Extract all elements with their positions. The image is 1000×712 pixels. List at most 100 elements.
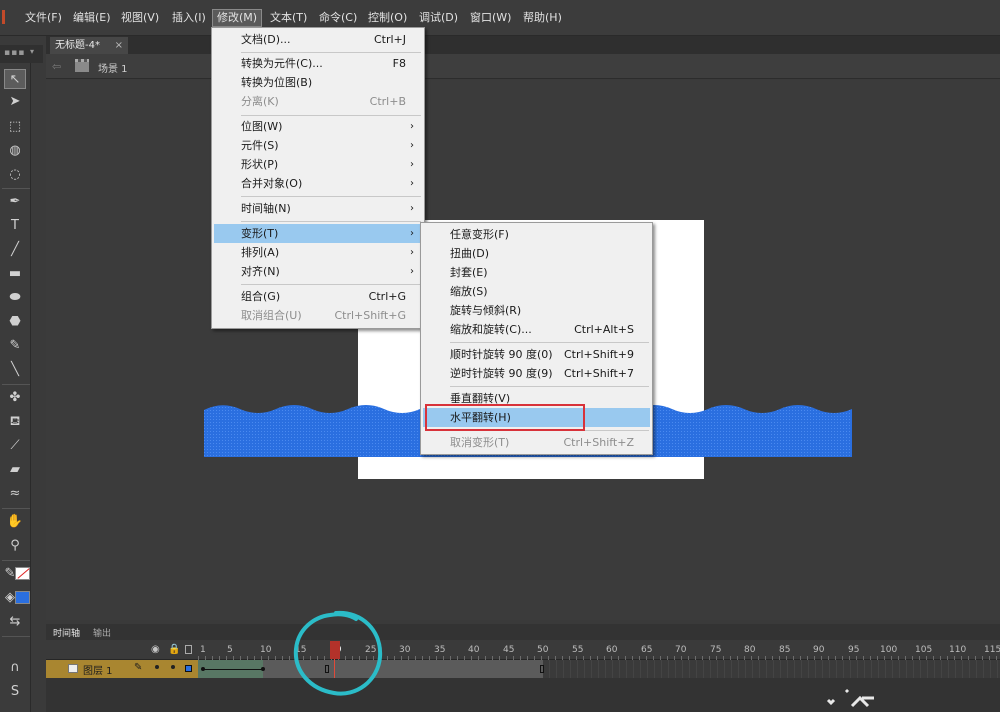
polystar-icon[interactable]: ⬣ xyxy=(4,312,26,332)
submenu-arrow-icon: › xyxy=(410,247,414,258)
timeline-tab-bar: 时间轴 输出 xyxy=(46,624,1000,640)
paint-bucket-icon[interactable]: ⛾ xyxy=(4,412,26,432)
frame-number: 95 xyxy=(848,645,860,655)
menu-modify[interactable]: 修改(M) xyxy=(212,9,263,27)
menu-item-shape[interactable]: 形状(P) › xyxy=(214,155,422,174)
annotation-circle xyxy=(293,610,383,696)
eraser-icon[interactable]: ▰ xyxy=(4,460,26,480)
tab-output[interactable]: 输出 xyxy=(93,626,111,639)
menu-item-align[interactable]: 对齐(N) › xyxy=(214,262,422,281)
frame-number: 60 xyxy=(606,645,618,655)
frame-number: 85 xyxy=(779,645,791,655)
collapse-icon[interactable]: ▾ xyxy=(30,47,34,56)
menu-edit[interactable]: 编辑(E) xyxy=(69,9,115,27)
layer-icon xyxy=(68,664,78,673)
swap-colors-icon[interactable]: ⇆ xyxy=(4,612,26,632)
eyedropper-icon[interactable]: ⟋ xyxy=(4,436,26,456)
menu-text[interactable]: 文本(T) xyxy=(266,9,311,27)
frame-number: 100 xyxy=(880,645,898,655)
frame-end-marker[interactable] xyxy=(540,665,544,673)
menu-file[interactable]: 文件(F) xyxy=(21,9,66,27)
menu-item-document[interactable]: 文档(D)... Ctrl+J xyxy=(214,30,422,49)
menu-item-ungroup[interactable]: 取消组合(U) Ctrl+Shift+G xyxy=(214,306,422,325)
menu-item-arrange[interactable]: 排列(A) › xyxy=(214,243,422,262)
lasso-icon[interactable]: ◌ xyxy=(4,165,26,185)
tools-panel-header[interactable]: ▪▪▪ ▾ xyxy=(0,45,43,63)
menu-item-distort[interactable]: 扭曲(D) xyxy=(423,244,650,263)
frame-number: 90 xyxy=(813,645,825,655)
smooth-icon[interactable]: S xyxy=(4,682,26,702)
oval-icon[interactable]: ⬬ xyxy=(4,288,26,308)
scene-label[interactable]: 场景 1 xyxy=(98,60,128,75)
menu-item-timeline[interactable]: 时间轴(N) › xyxy=(214,199,422,218)
menu-item-remove-transform[interactable]: 取消变形(T) Ctrl+Shift+Z xyxy=(423,433,650,452)
width-icon[interactable]: ≈ xyxy=(4,484,26,504)
lock-dot[interactable] xyxy=(171,665,175,669)
menu-item-break-apart[interactable]: 分离(K) Ctrl+B xyxy=(214,92,422,111)
submenu-arrow-icon: › xyxy=(410,178,414,189)
lock-icon[interactable]: 🔒 xyxy=(168,644,180,655)
outline-color-icon[interactable] xyxy=(185,665,192,672)
menu-help[interactable]: 帮助(H) xyxy=(519,9,566,27)
stroke-color-swatch[interactable] xyxy=(15,567,30,580)
menu-control[interactable]: 控制(O) xyxy=(364,9,411,27)
menu-item-scale-rotate[interactable]: 缩放和旋转(C)... Ctrl+Alt+S xyxy=(423,320,650,339)
fill-color-swatch[interactable] xyxy=(15,591,30,604)
document-tab-bar: 无标题-4* × xyxy=(46,36,1000,54)
pencil-icon[interactable]: ✎ xyxy=(4,336,26,356)
frame-number: 5 xyxy=(227,645,233,655)
menu-item-transform[interactable]: 变形(T) › xyxy=(214,224,422,243)
empty-frames[interactable] xyxy=(543,660,1000,678)
menu-divider xyxy=(241,115,421,116)
zoom-icon[interactable]: ⚲ xyxy=(4,536,26,556)
line-icon[interactable]: ╱ xyxy=(4,240,26,260)
eye-icon[interactable]: ◉ xyxy=(151,644,160,655)
menu-window[interactable]: 窗口(W) xyxy=(466,9,515,27)
menu-item-envelope[interactable]: 封套(E) xyxy=(423,263,650,282)
back-arrow-icon[interactable]: ⇦ xyxy=(52,60,61,73)
submenu-arrow-icon: › xyxy=(410,266,414,277)
menu-item-symbol[interactable]: 元件(S) › xyxy=(214,136,422,155)
timeline-ruler[interactable]: ◉ 🔒 1 5 10 15 20 25 30 35 40 45 50 55 60… xyxy=(46,640,1000,660)
keyframe[interactable] xyxy=(201,667,205,671)
menu-item-rotate-ccw[interactable]: 逆时针旋转 90 度(9) Ctrl+Shift+7 xyxy=(423,364,650,383)
snap-to-objects-icon[interactable]: ∩ xyxy=(4,658,26,678)
layer-label[interactable]: 图层 1 xyxy=(83,662,113,677)
pencil-icon: ✎ xyxy=(134,662,143,673)
menu-divider xyxy=(241,221,421,222)
menu-divider xyxy=(241,52,421,53)
menu-item-rotate-skew[interactable]: 旋转与倾斜(R) xyxy=(423,301,650,320)
outline-icon[interactable] xyxy=(185,645,192,654)
menu-item-bitmap[interactable]: 位图(W) › xyxy=(214,117,422,136)
close-icon[interactable]: × xyxy=(115,37,123,54)
menu-debug[interactable]: 调试(D) xyxy=(415,9,462,27)
menu-item-free-transform[interactable]: 任意变形(F) xyxy=(423,225,650,244)
rectangle-icon[interactable]: ▬ xyxy=(4,264,26,284)
bone-icon[interactable]: ✤ xyxy=(4,388,26,408)
layer-name-cell[interactable]: 图层 1 ✎ xyxy=(46,660,198,678)
visibility-dot[interactable] xyxy=(155,665,159,669)
menu-insert[interactable]: 插入(I) xyxy=(168,9,210,27)
layer-row[interactable]: 图层 1 ✎ xyxy=(46,660,1000,678)
selection-icon[interactable]: ↖ xyxy=(4,69,26,89)
frame-number: 50 xyxy=(537,645,549,655)
subselection-icon[interactable]: ➤ xyxy=(4,92,26,112)
menu-item-group[interactable]: 组合(G) Ctrl+G xyxy=(214,287,422,306)
menu-item-combine-objects[interactable]: 合并对象(O) › xyxy=(214,174,422,193)
menu-item-scale[interactable]: 缩放(S) xyxy=(423,282,650,301)
pen-icon[interactable]: ✒ xyxy=(4,192,26,212)
grip-icon: ▪▪▪ xyxy=(4,48,26,58)
3d-rotation-icon[interactable]: ◍ xyxy=(4,141,26,161)
hand-icon[interactable]: ✋ xyxy=(4,512,26,532)
document-tab[interactable]: 无标题-4* × xyxy=(50,37,128,54)
free-transform-icon[interactable]: ⬚ xyxy=(4,117,26,137)
menu-view[interactable]: 视图(V) xyxy=(117,9,163,27)
tab-timeline[interactable]: 时间轴 xyxy=(53,626,80,639)
menu-item-convert-to-symbol[interactable]: 转换为元件(C)... F8 xyxy=(214,54,422,73)
menu-item-rotate-cw[interactable]: 顺时针旋转 90 度(0) Ctrl+Shift+9 xyxy=(423,345,650,364)
text-icon[interactable]: T xyxy=(4,216,26,236)
keyframe[interactable] xyxy=(261,667,265,671)
brush-icon[interactable]: ╲ xyxy=(4,360,26,380)
menu-commands[interactable]: 命令(C) xyxy=(315,9,361,27)
menu-item-convert-to-bitmap[interactable]: 转换为位图(B) xyxy=(214,73,422,92)
